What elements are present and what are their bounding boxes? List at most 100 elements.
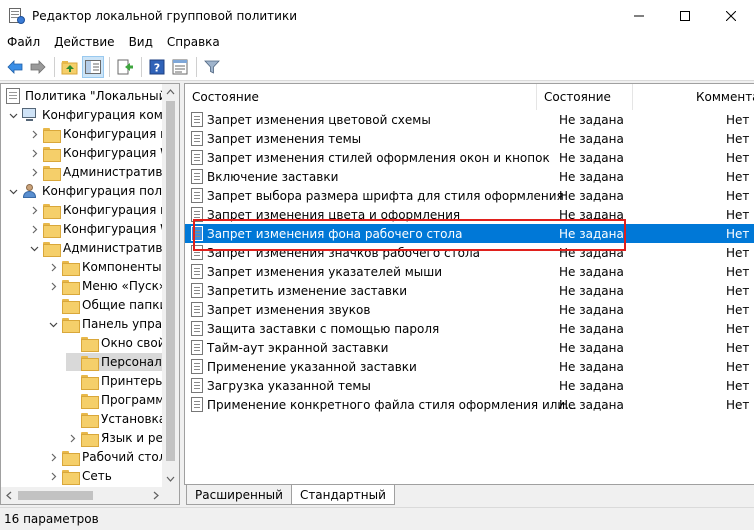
setting-state: Не задана: [559, 169, 624, 184]
chevron-right-icon[interactable]: [47, 280, 59, 292]
forward-button[interactable]: [27, 56, 49, 78]
export-list-button[interactable]: [114, 56, 136, 78]
menu-view[interactable]: Вид: [122, 31, 160, 53]
chevron-right-icon[interactable]: [47, 451, 59, 463]
setting-row[interactable]: Применение указанной заставки Не задана Не…: [185, 357, 754, 376]
menu-help[interactable]: Справка: [160, 31, 227, 53]
setting-name: Тайм-аут экранной заставки: [207, 340, 389, 355]
tree-item[interactable]: Принтеры: [66, 372, 165, 390]
setting-state: Не задана: [559, 264, 624, 279]
setting-comment: Нет: [726, 188, 750, 203]
help-button[interactable]: ?: [146, 56, 168, 78]
tree-expander-spacer: [66, 413, 78, 425]
setting-row[interactable]: Запрет изменения стилей оформления окон …: [185, 148, 754, 167]
column-header-setting-label: Состояние: [192, 90, 259, 104]
setting-row[interactable]: Применение конкретного файла стиля оформ…: [185, 395, 754, 414]
setting-row[interactable]: Включение заставки Не задана Нет: [185, 167, 754, 186]
tree-horizontal-scrollbar[interactable]: [1, 487, 164, 504]
setting-state: Не задана: [559, 283, 624, 298]
setting-row[interactable]: Загрузка указанной темы Не задана Нет: [185, 376, 754, 395]
scroll-down-arrow-icon[interactable]: [162, 470, 179, 487]
filter-button[interactable]: [201, 56, 223, 78]
chevron-right-icon[interactable]: [28, 166, 40, 178]
tree-item-label: Политика "Локальный к: [25, 89, 178, 103]
tree-vertical-scrollbar[interactable]: [162, 84, 179, 487]
tree-item[interactable]: Рабочий стол: [47, 448, 166, 466]
column-header-comment-label: Коммента: [696, 90, 754, 104]
setting-state: Не задана: [559, 378, 624, 393]
setting-row[interactable]: Запрет выбора размера шрифта для стиля о…: [185, 186, 754, 205]
setting-row[interactable]: Запретить изменение заставки Не задана Нет: [185, 281, 754, 300]
folder-icon: [81, 374, 99, 390]
tree-item[interactable]: Компоненты V: [47, 258, 174, 276]
tab-extended[interactable]: Расширенный: [186, 485, 292, 505]
menu-bar: Файл Действие Вид Справка: [0, 31, 754, 53]
tree-item[interactable]: Язык и рег: [66, 429, 169, 447]
status-bar: 16 параметров: [0, 507, 754, 530]
column-header-setting[interactable]: Состояние: [185, 84, 537, 110]
back-button[interactable]: [4, 56, 26, 78]
maximize-button[interactable]: [662, 0, 708, 31]
setting-state: Не задана: [559, 188, 624, 203]
chevron-right-icon[interactable]: [28, 128, 40, 140]
menu-action[interactable]: Действие: [47, 31, 121, 53]
tree-item[interactable]: Политика "Локальный к: [6, 87, 177, 105]
toolbar-separator: [141, 56, 142, 77]
chevron-right-icon[interactable]: [28, 147, 40, 159]
tree-item[interactable]: Панель управ: [47, 315, 169, 333]
tree-item[interactable]: Сеть: [47, 467, 112, 485]
tree-horizontal-scroll-thumb[interactable]: [18, 491, 93, 500]
tree-item[interactable]: Программ: [66, 391, 164, 409]
tree-item[interactable]: Конфигурация Wi: [28, 144, 175, 162]
setting-state: Не задана: [559, 340, 624, 355]
chevron-right-icon[interactable]: [47, 470, 59, 482]
close-button[interactable]: [708, 0, 754, 31]
chevron-right-icon[interactable]: [66, 432, 78, 444]
setting-row[interactable]: Тайм-аут экранной заставки Не задана Нет: [185, 338, 754, 357]
setting-row[interactable]: Запрет изменения звуков Не задана Нет: [185, 300, 754, 319]
scroll-up-arrow-icon[interactable]: [162, 84, 179, 101]
setting-row[interactable]: Запрет изменения указателей мыши Не задан…: [185, 262, 754, 281]
chevron-down-icon[interactable]: [47, 318, 59, 330]
tree-item[interactable]: Административны: [28, 163, 179, 181]
setting-row[interactable]: Защита заставки с помощью пароля Не задан…: [185, 319, 754, 338]
tree-item[interactable]: Установка: [66, 410, 166, 428]
folder-icon: [62, 469, 80, 485]
scroll-left-arrow-icon[interactable]: [1, 487, 18, 504]
setting-policy-icon: [191, 321, 203, 336]
tree-item-label: Окно свой: [101, 336, 166, 350]
setting-name: Запрет изменения цветовой схемы: [207, 112, 431, 127]
chevron-down-icon[interactable]: [7, 109, 19, 121]
tree-item[interactable]: Конфигурация Wi: [28, 220, 175, 238]
properties-button[interactable]: [169, 56, 191, 78]
tree-item-label: Сеть: [82, 469, 112, 483]
tree-item[interactable]: Общие папки: [47, 296, 167, 314]
setting-comment: Нет: [726, 169, 750, 184]
chevron-down-icon[interactable]: [7, 185, 19, 197]
status-text: 16 параметров: [4, 512, 99, 526]
policy-document-icon: [6, 88, 20, 104]
chevron-right-icon[interactable]: [28, 223, 40, 235]
tree-item[interactable]: Конфигурация польз: [7, 182, 175, 200]
tree-item[interactable]: Конфигурация компь: [7, 106, 178, 124]
tree-item[interactable]: Конфигурация пр: [28, 125, 176, 143]
setting-comment: Нет: [726, 340, 750, 355]
tree-item[interactable]: Конфигурация пр: [28, 201, 176, 219]
tab-standard[interactable]: Стандартный: [290, 485, 395, 505]
chevron-right-icon[interactable]: [28, 204, 40, 216]
setting-row[interactable]: Запрет изменения цветовой схемы Не задана…: [185, 110, 754, 129]
chevron-right-icon[interactable]: [47, 261, 59, 273]
column-header-state[interactable]: Состояние: [537, 84, 633, 110]
menu-file[interactable]: Файл: [0, 31, 47, 53]
show-hide-tree-button[interactable]: [82, 55, 104, 78]
chevron-down-icon[interactable]: [28, 242, 40, 254]
properties-icon: [172, 59, 188, 74]
up-one-level-button[interactable]: [59, 56, 81, 78]
tree-item[interactable]: Окно свой: [66, 334, 166, 352]
minimize-button[interactable]: [616, 0, 662, 31]
tree-item[interactable]: Меню «Пуск»: [47, 277, 166, 295]
tree-item[interactable]: Административны: [28, 239, 179, 257]
setting-row[interactable]: Запрет изменения темы Не задана Нет: [185, 129, 754, 148]
tree-vertical-scroll-thumb[interactable]: [166, 101, 175, 461]
column-header-comment[interactable]: Коммента: [689, 84, 754, 110]
